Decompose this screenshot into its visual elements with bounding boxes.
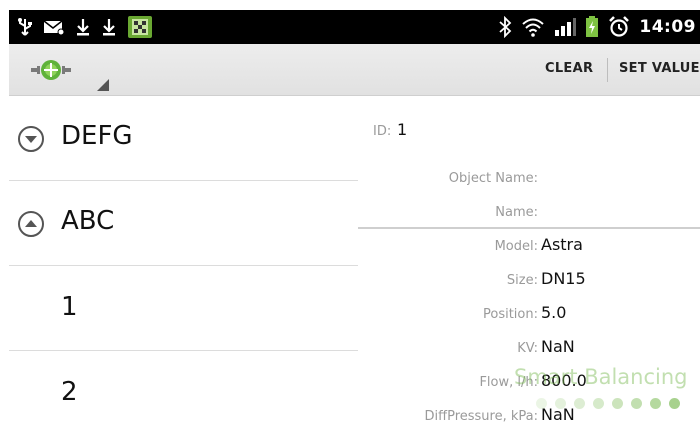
name-label: Name: [495,205,538,220]
action-bar: CLEAR SET VALUE [9,44,700,96]
screenshot-frame: 14:09 CLEAR SET VALUE DEFG ABC 1 2 ID: 1… [0,0,700,425]
bluetooth-icon [499,16,512,38]
battery-charging-icon [586,16,599,37]
system-icons: 14:09 [498,10,696,44]
app-notification-icon [128,16,152,38]
diffpressure-label: DiffPressure, kPa: [424,409,538,424]
device-screen: 14:09 CLEAR SET VALUE DEFG ABC 1 2 ID: 1… [9,10,700,425]
alarm-icon [609,16,630,37]
kv-value: NaN [541,337,575,356]
set-value-button[interactable]: SET VALUE [619,61,700,76]
kv-label: KV: [517,341,538,356]
group-label: DEFG [61,121,133,151]
detail-panel: ID: 1 Object Name: Name: Model: Astra Si… [358,96,700,425]
detail-divider [358,227,700,229]
list-group-abc[interactable]: ABC [9,181,358,266]
id-value: 1 [397,120,408,139]
flow-value: 800.0 [541,371,587,390]
model-label: Model: [494,239,538,254]
download-icon [77,19,89,36]
status-bar: 14:09 [9,10,700,44]
child-label: 2 [61,377,78,407]
action-divider [607,58,608,82]
mail-icon [43,20,65,36]
diffpressure-value: NaN [541,405,575,424]
signal-icon [555,18,577,36]
usb-icon [18,18,32,36]
object-name-label: Object Name: [448,171,538,186]
list-item-1[interactable]: 1 [9,266,358,351]
spinner-dropdown-icon[interactable] [97,79,109,91]
position-label: Position: [483,307,538,322]
group-label: ABC [61,206,115,236]
child-label: 1 [61,292,78,322]
id-label: ID: [373,124,392,139]
size-label: Size: [506,273,538,288]
position-value: 5.0 [541,303,567,322]
list-group-defg[interactable]: DEFG [9,96,358,181]
expandable-list: DEFG ABC 1 2 [9,96,358,425]
expand-icon[interactable] [18,126,44,152]
model-value: Astra [541,235,583,254]
size-value: DN15 [541,269,586,288]
list-item-2[interactable]: 2 [9,351,358,425]
clock: 14:09 [639,17,696,37]
clear-button[interactable]: CLEAR [545,61,593,76]
download-icon [103,19,115,36]
flow-label: Flow, l/h: [479,375,538,390]
notification-icons [17,10,153,44]
wifi-icon [522,18,545,37]
app-logo-icon[interactable] [31,58,71,82]
collapse-icon[interactable] [18,211,44,237]
